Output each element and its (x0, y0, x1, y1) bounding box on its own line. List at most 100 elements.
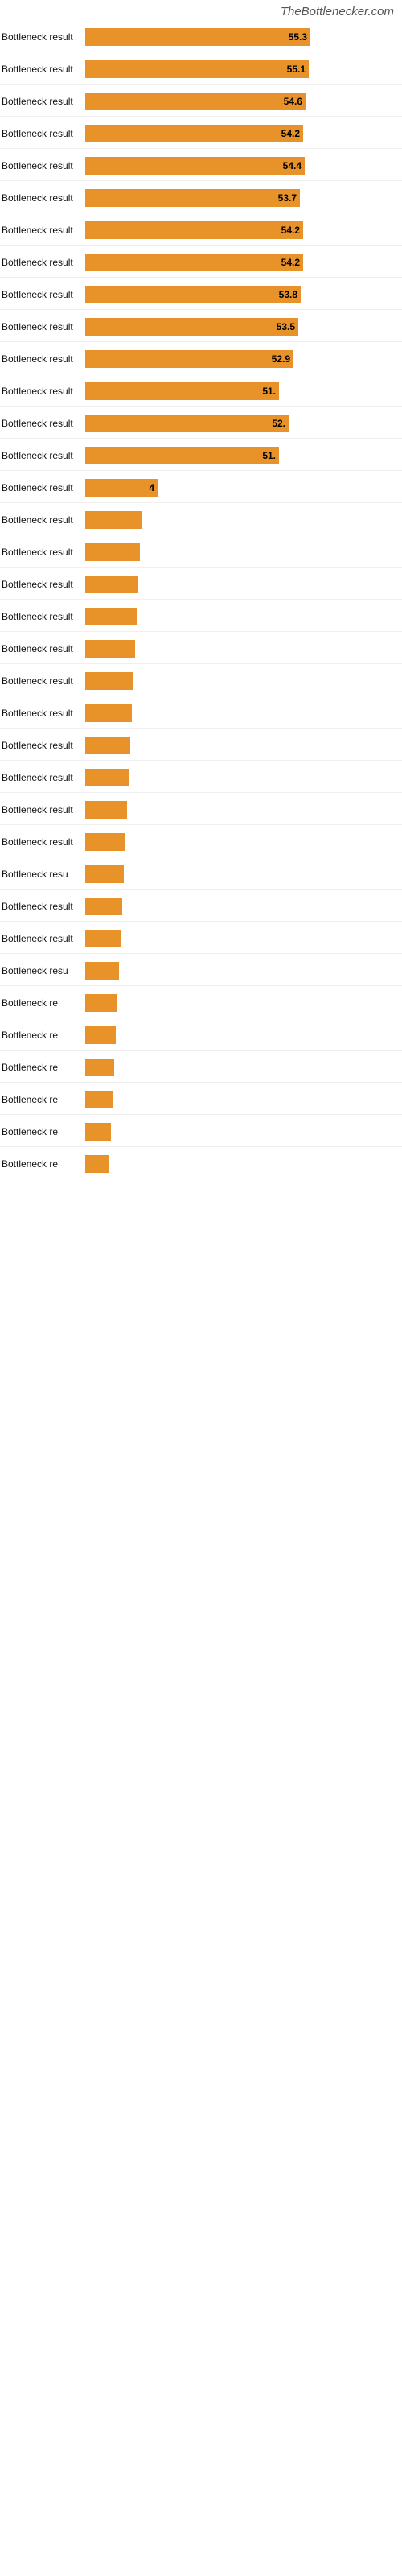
table-row: Bottleneck result 55.3 (0, 22, 402, 52)
bar: 53.8 (85, 286, 301, 303)
bar (85, 769, 129, 786)
bottleneck-label: Bottleneck re (2, 1094, 82, 1105)
bar: 53.5 (85, 318, 298, 336)
bar-container (85, 1026, 402, 1044)
bar-value: 54.6 (284, 96, 302, 107)
bar-container: 54.2 (85, 221, 402, 239)
table-row: Bottleneck resu (0, 956, 402, 986)
bar: 52.9 (85, 350, 293, 368)
bar (85, 1155, 109, 1173)
bar-container (85, 1123, 402, 1141)
bottleneck-label: Bottleneck result (2, 450, 82, 461)
bar: 54.2 (85, 125, 303, 142)
bar (85, 833, 125, 851)
bar (85, 1091, 113, 1108)
table-row: Bottleneck result (0, 601, 402, 632)
bottleneck-label: Bottleneck result (2, 128, 82, 139)
bar-container (85, 511, 402, 529)
table-row: Bottleneck resu (0, 859, 402, 890)
bar-chart: Bottleneck result 55.3 Bottleneck result 55… (0, 22, 402, 1179)
table-row: Bottleneck result (0, 569, 402, 600)
table-row: Bottleneck result (0, 666, 402, 696)
bottleneck-label: Bottleneck result (2, 740, 82, 751)
bottleneck-label: Bottleneck result (2, 514, 82, 526)
bar (85, 640, 135, 658)
bar-container: 55.1 (85, 60, 402, 78)
bar-container (85, 801, 402, 819)
bar-value: 53.8 (279, 289, 297, 300)
bar-container (85, 898, 402, 915)
bar-container (85, 1155, 402, 1173)
bar (85, 576, 138, 593)
bottleneck-label: Bottleneck result (2, 901, 82, 912)
bar-container (85, 930, 402, 947)
bottleneck-label: Bottleneck re (2, 1062, 82, 1073)
table-row: Bottleneck re (0, 1149, 402, 1179)
table-row: Bottleneck result53.7 (0, 183, 402, 213)
bar: 51. (85, 382, 279, 400)
table-row: Bottleneck result54.6 (0, 86, 402, 117)
bar-container: 51. (85, 382, 402, 400)
bar (85, 608, 137, 625)
bottleneck-label: Bottleneck result (2, 933, 82, 944)
bar-container (85, 769, 402, 786)
bar-container (85, 576, 402, 593)
bar-container (85, 608, 402, 625)
bar-value: 54.2 (281, 128, 300, 139)
table-row: Bottleneck result53.8 (0, 279, 402, 310)
bar-value: 52. (272, 418, 285, 429)
bottleneck-label: Bottleneck result (2, 708, 82, 719)
bar-container: 54.4 (85, 157, 402, 175)
bar: 55.1 (85, 60, 309, 78)
bottleneck-label: Bottleneck result (2, 192, 82, 204)
table-row: Bottleneck result51. (0, 376, 402, 407)
table-row: Bottleneck result (0, 891, 402, 922)
bar (85, 930, 121, 947)
table-row: Bottleneck result (0, 762, 402, 793)
table-row: Bottleneck result (0, 505, 402, 535)
bar-container: 52. (85, 415, 402, 432)
bar-container (85, 833, 402, 851)
bar (85, 898, 122, 915)
bar: 53.7 (85, 189, 300, 207)
bar (85, 737, 130, 754)
bottleneck-label: Bottleneck resu (2, 965, 82, 976)
bar (85, 962, 119, 980)
bar-value: 4 (149, 482, 154, 493)
bar-container (85, 543, 402, 561)
table-row: Bottleneck result (0, 730, 402, 761)
bar-container (85, 1091, 402, 1108)
bottleneck-label: Bottleneck result (2, 611, 82, 622)
bar-value: 54.4 (283, 160, 302, 171)
bar-container: 54.2 (85, 254, 402, 271)
bottleneck-label: Bottleneck result (2, 257, 82, 268)
bar-value: 54.2 (281, 257, 300, 268)
bar (85, 1059, 114, 1076)
bar-container: 54.2 (85, 125, 402, 142)
bottleneck-label: Bottleneck result (2, 64, 82, 75)
bar (85, 543, 140, 561)
bottleneck-label: Bottleneck result (2, 386, 82, 397)
bar: 54.2 (85, 221, 303, 239)
bar: 51. (85, 447, 279, 464)
table-row: Bottleneck result (0, 795, 402, 825)
table-row: Bottleneck result54.2 (0, 215, 402, 246)
bottleneck-label: Bottleneck result (2, 225, 82, 236)
bar-container: 53.7 (85, 189, 402, 207)
bar: 54.2 (85, 254, 303, 271)
table-row: Bottleneck result52.9 (0, 344, 402, 374)
table-row: Bottleneck result 54.4 (0, 151, 402, 181)
bar-container (85, 640, 402, 658)
bottleneck-label: Bottleneck result (2, 160, 82, 171)
bar-value: 55.1 (287, 64, 306, 75)
bar-value: 53.5 (277, 321, 295, 332)
bottleneck-label: Bottleneck result (2, 31, 82, 43)
bar (85, 672, 133, 690)
table-row: Bottleneck re (0, 1117, 402, 1147)
bar-container: 53.5 (85, 318, 402, 336)
bottleneck-label: Bottleneck re (2, 1126, 82, 1137)
bar-value: 55.3 (289, 31, 307, 43)
bottleneck-label: Bottleneck result (2, 675, 82, 687)
table-row: Bottleneck result (0, 698, 402, 729)
table-row: Bottleneck re (0, 988, 402, 1018)
